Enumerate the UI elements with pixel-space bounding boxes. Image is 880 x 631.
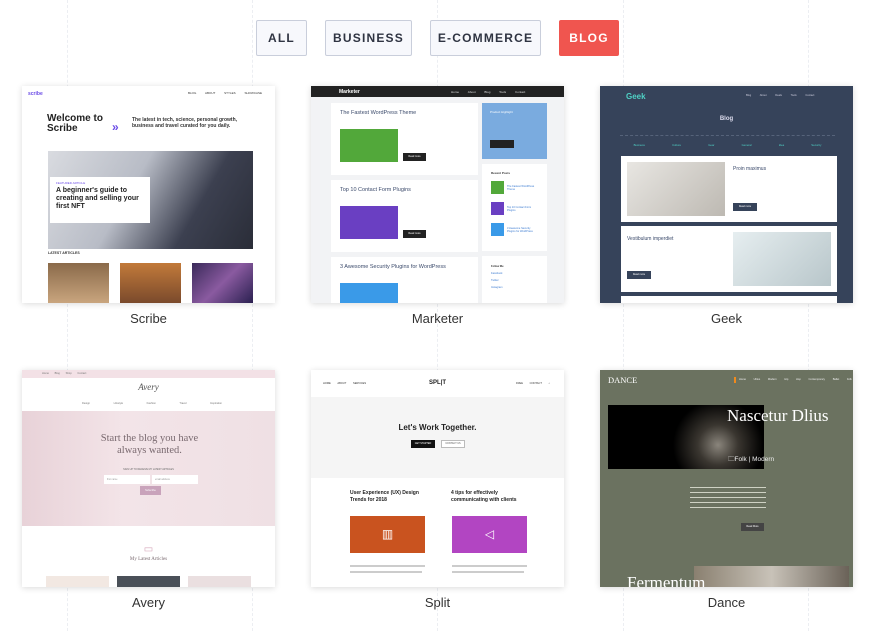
text-placeholder — [452, 565, 527, 567]
text-placeholder — [690, 492, 766, 493]
marketer-post: 3 Awesome Security Plugins for WordPress — [331, 257, 478, 303]
marketer-post: The Fastest WordPress Theme Read more — [331, 103, 478, 175]
article-thumb — [120, 263, 181, 303]
marketer-nav: Home About Blog Tools Contact — [451, 89, 526, 94]
dance-meta: 🗀Folk | Modern — [728, 456, 775, 463]
template-card-geek[interactable]: Geek Blog About Deals Tools Contact Blog… — [600, 86, 853, 303]
filter-ecommerce-button[interactable]: E-COMMERCE — [430, 20, 541, 56]
split-nav-right: FREE CONTACT ⌕ — [516, 382, 551, 385]
marketer-logo: Marketer — [339, 89, 360, 95]
split-hero: Let's Work Together. GET STARTED CONTACT… — [311, 397, 564, 478]
text-placeholder — [350, 571, 422, 573]
dance-next-title: Fermentum — [627, 573, 706, 587]
text-placeholder — [452, 571, 524, 573]
megaphone-icon: ◁ — [452, 516, 527, 553]
avery-nav: Design Lifestyle Fashion Travel Inspiration — [82, 402, 222, 405]
template-name-split: Split — [424, 595, 451, 610]
article-thumb — [46, 576, 109, 587]
scribe-tagline: The latest in tech, science, personal gr… — [132, 117, 238, 129]
marketer-recent-posts: Recent Posts The Fastest WordPress Theme… — [482, 164, 547, 251]
filter-business-button[interactable]: BUSINESS — [325, 20, 412, 56]
text-placeholder — [690, 497, 766, 498]
marketer-highlight-widget: Product Highlight — [482, 103, 547, 159]
geek-post: Proin maximus Read more — [621, 156, 837, 222]
avery-latest-heading: My Latest Articles — [129, 557, 168, 562]
template-name-scribe: Scribe — [130, 311, 167, 326]
avery-hero: Start the blog you have always wanted. S… — [22, 411, 275, 526]
geek-nav: Blog About Deals Tools Contact — [746, 94, 815, 97]
text-placeholder — [350, 565, 425, 567]
active-indicator — [734, 377, 736, 383]
text-placeholder — [690, 507, 766, 508]
geek-page-title: Blog — [719, 116, 734, 122]
divider — [620, 135, 835, 136]
marketer-follow-widget: Follow Me Facebook Twitter Instagram — [482, 256, 547, 303]
dance-title: Nascetur Dlius — [727, 406, 829, 425]
dance-logo: DANCE — [608, 375, 638, 385]
article-thumb — [192, 263, 253, 303]
template-name-dance: Dance — [707, 595, 746, 610]
template-card-scribe[interactable]: scribe BLOG ABOUT STYLES SHOWCASE Welcom… — [22, 86, 275, 303]
dance-second-image — [694, 566, 849, 587]
geek-post — [621, 296, 837, 303]
scribe-logo: scribe — [28, 91, 43, 97]
scribe-nav: BLOG ABOUT STYLES SHOWCASE — [188, 91, 263, 95]
template-card-split[interactable]: HOME ABOUT SERVICES SPL|T FREE CONTACT ⌕… — [311, 370, 564, 587]
article-thumb — [117, 576, 180, 587]
template-card-avery[interactable]: Home Blog Shop Contact Avery Design Lifes… — [22, 370, 275, 587]
marketer-post: Top 10 Contact Form Plugins Read more — [331, 180, 478, 252]
template-name-geek: Geek — [710, 311, 743, 326]
template-name-avery: Avery — [132, 595, 165, 610]
avery-topnav: Home Blog Shop Contact — [42, 372, 87, 375]
article-thumb — [188, 576, 251, 587]
calendar-icon: ▭ — [143, 544, 154, 555]
geek-categories: Business Culture Gear General Idea Security — [633, 143, 822, 147]
article-thumb — [48, 263, 109, 303]
geek-post: Vestibulum imperdiet Read more — [621, 226, 837, 292]
scribe-latest-label: LATEST ARTICLES — [48, 251, 80, 255]
dance-read-more: Read More — [741, 523, 764, 531]
geek-logo: Geek — [626, 92, 646, 101]
category-filter-bar: ALL BUSINESS E-COMMERCE BLOG — [0, 20, 880, 56]
chart-icon: ▥ — [350, 516, 425, 553]
filter-all-button[interactable]: ALL — [256, 20, 307, 56]
template-name-marketer: Marketer — [411, 311, 464, 326]
scribe-featured-box: FEATURED ARTICLE A beginner's guide to c… — [50, 177, 150, 223]
filter-blog-button[interactable]: BLOG — [559, 20, 619, 56]
template-card-dance[interactable]: DANCE Home Ultius Modern Hip Hop Contemp… — [600, 370, 853, 587]
split-post-title: 4 tips for effectively communicating wit… — [451, 490, 517, 503]
template-card-marketer[interactable]: Marketer Home About Blog Tools Contact T… — [311, 86, 564, 303]
text-placeholder — [690, 502, 766, 503]
scribe-title: Welcome to Scribe — [47, 113, 103, 134]
avery-logo: Avery — [138, 382, 159, 392]
split-post-title: User Experience (UX) Design Trends for 2… — [350, 490, 419, 503]
dance-nav: Home Ultius Modern Hip Hop Contemporary … — [739, 378, 852, 381]
chevrons-icon: » — [112, 120, 119, 134]
text-placeholder — [690, 487, 766, 488]
